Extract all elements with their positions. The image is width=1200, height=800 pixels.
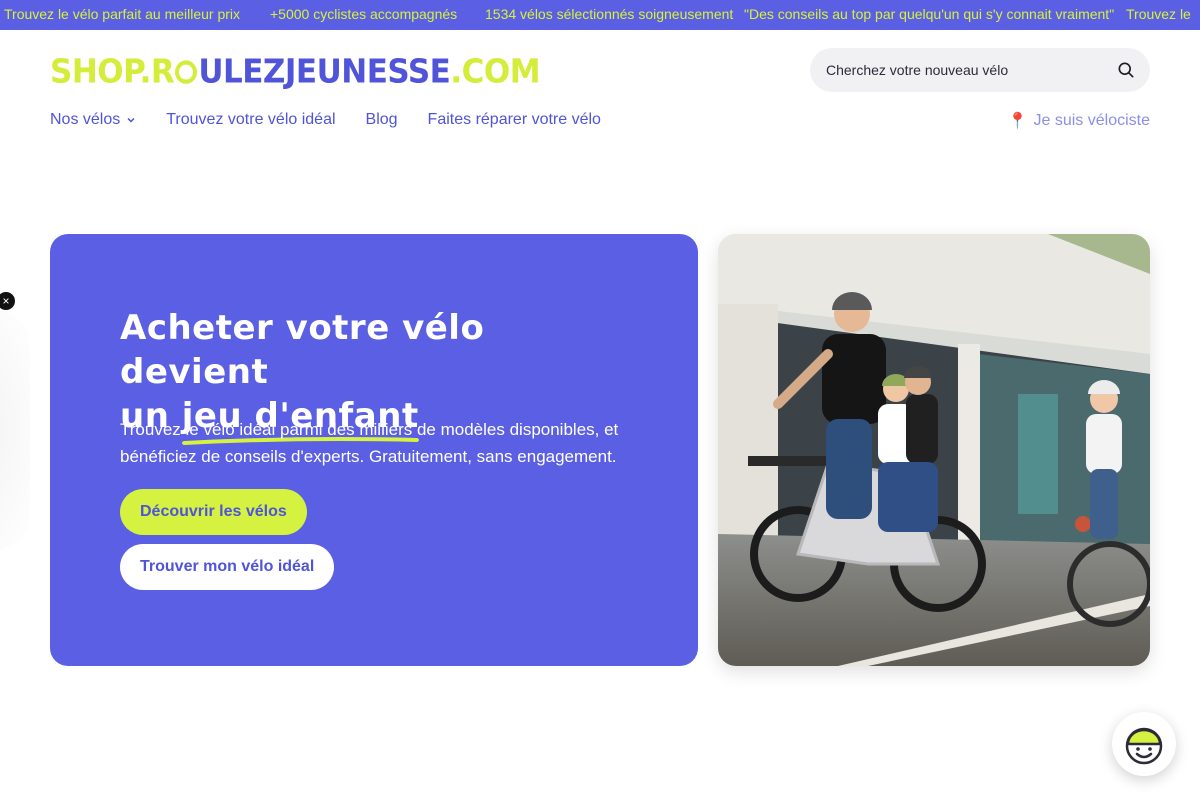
ticker-item: 1534 vélos sélectionnés soigneusement (485, 6, 734, 22)
nav-item-repair[interactable]: Faites réparer votre vélo (428, 111, 601, 129)
location-pin-icon: 📍 (1007, 113, 1028, 130)
main-nav: Nos vélos Trouvez votre vélo idéal Blog … (50, 111, 601, 129)
hero-card: Acheter votre vélo devient un jeu d'enfa… (50, 234, 698, 666)
nav-item-blog[interactable]: Blog (366, 111, 398, 129)
find-ideal-bike-button[interactable]: Trouver mon vélo idéal (120, 544, 335, 590)
side-popup-tab[interactable] (0, 310, 30, 550)
site-logo[interactable]: SHOP.R ULEZJEUNESSE.COM (50, 53, 541, 92)
logo-text-middle: ULEZJEUNESSE (198, 53, 451, 92)
hero-photo (718, 234, 1150, 666)
chevron-down-icon (127, 117, 135, 123)
nav-item-label: Faites réparer votre vélo (427, 111, 601, 128)
logo-text-end: .COM (450, 53, 541, 92)
nav-item-find-bike[interactable]: Trouvez votre vélo idéal (166, 111, 335, 129)
hero-title-line1: Acheter votre vélo devient (120, 308, 485, 392)
search-icon[interactable] (1116, 60, 1136, 80)
nav-item-label: Nos vélos (50, 111, 121, 128)
close-icon[interactable]: × (0, 292, 15, 310)
discover-bikes-button[interactable]: Découvrir les vélos (120, 489, 307, 535)
ticker-item: Trouvez le (1126, 6, 1191, 22)
hero-subtitle: Trouvez le vélo idéal parmi des milliers… (120, 420, 619, 466)
chat-assistant-button[interactable] (1112, 712, 1176, 776)
nav-item-bikes[interactable]: Nos vélos (50, 111, 136, 129)
ticker-item: "Des conseils au top par quelqu'un qui s… (744, 6, 1115, 22)
logo-text-start: SHOP.R (50, 53, 175, 92)
announcement-ticker: Trouvez le vélo parfait au meilleur prix… (0, 0, 1200, 30)
ticker-item: +5000 cyclistes accompagnés (270, 6, 458, 22)
smiley-helmet-icon (1125, 727, 1163, 765)
family-cycling-illustration (718, 234, 1150, 666)
nav-item-label: Blog (365, 111, 398, 128)
logo-o-ring-icon (175, 60, 198, 84)
nav-item-label: Trouvez votre vélo idéal (166, 111, 336, 128)
search-bar (810, 48, 1150, 92)
search-input[interactable] (826, 48, 1106, 92)
ticker-item: Trouvez le vélo parfait au meilleur prix (4, 6, 241, 22)
bike-shop-link-label: Je suis vélociste (1033, 112, 1151, 129)
bike-shop-link[interactable]: 📍 Je suis vélociste (1008, 111, 1150, 131)
